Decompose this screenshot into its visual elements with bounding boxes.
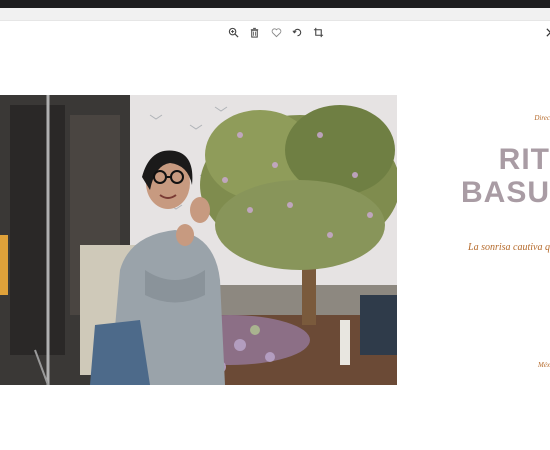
article-preview-panel: Direc RIT BASU La sonrisa cautiva q Méx bbox=[397, 95, 550, 385]
image-viewer-toolbar bbox=[0, 21, 550, 43]
studio-photo-illustration bbox=[0, 95, 397, 385]
location-text: Méx bbox=[537, 361, 550, 369]
main-photo[interactable] bbox=[0, 95, 397, 385]
zoom-in-icon[interactable] bbox=[226, 25, 240, 39]
tagline-text: La sonrisa cautiva q bbox=[468, 242, 550, 253]
article-title: RIT BASU bbox=[461, 143, 550, 209]
trash-icon[interactable] bbox=[247, 25, 261, 39]
title-line-2: BASU bbox=[460, 176, 550, 209]
browser-tab-strip bbox=[0, 8, 550, 21]
kicker-text: Direc bbox=[534, 114, 550, 122]
rotate-icon[interactable] bbox=[290, 25, 304, 39]
close-icon[interactable] bbox=[543, 25, 550, 39]
title-line-1: RIT bbox=[498, 143, 550, 176]
window-top-bar bbox=[0, 0, 550, 8]
heart-icon[interactable] bbox=[269, 25, 283, 39]
crop-icon[interactable] bbox=[311, 25, 325, 39]
